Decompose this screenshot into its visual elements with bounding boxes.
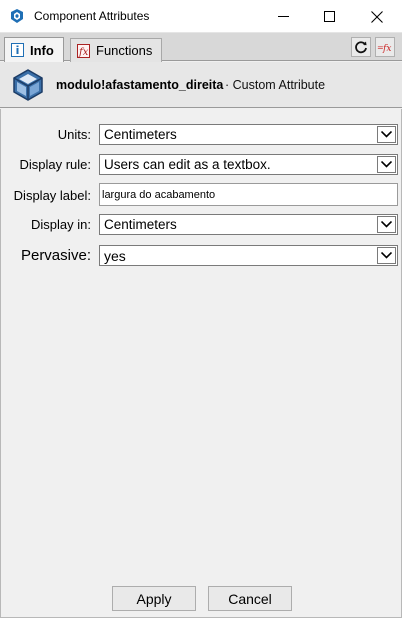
display-label-input[interactable] xyxy=(100,184,397,205)
maximize-icon xyxy=(323,11,335,22)
sketchup-icon xyxy=(9,8,25,24)
units-value: Centimeters xyxy=(104,127,177,142)
close-button[interactable] xyxy=(354,0,400,33)
display-in-select[interactable]: Centimeters xyxy=(99,214,398,235)
refresh-icon xyxy=(355,41,367,54)
tab-info-label: Info xyxy=(30,42,54,58)
tab-functions-label: Functions xyxy=(96,43,153,58)
close-icon xyxy=(371,10,383,23)
window-title: Component Attributes xyxy=(34,9,150,23)
tab-strip: Info fx Functions = fx xyxy=(0,33,402,62)
tab-functions[interactable]: fx Functions xyxy=(70,38,162,62)
maximize-button[interactable] xyxy=(306,0,352,33)
refresh-button[interactable] xyxy=(351,37,371,57)
chevron-down-icon xyxy=(377,156,396,173)
minimize-icon xyxy=(277,16,289,17)
display-label-label: Display label: xyxy=(13,188,91,203)
display-label-field[interactable] xyxy=(99,183,398,206)
component-cube-icon xyxy=(8,66,46,104)
pervasive-label: Pervasive: xyxy=(20,247,91,264)
minimize-button[interactable] xyxy=(260,0,306,33)
pervasive-select[interactable]: yes xyxy=(99,245,398,266)
cancel-button[interactable]: Cancel xyxy=(208,586,292,611)
chevron-down-icon xyxy=(377,216,396,233)
button-bar: Apply Cancel xyxy=(0,579,402,618)
units-label: Units: xyxy=(57,127,91,142)
display-rule-label: Display rule: xyxy=(19,157,91,172)
title-bar: Component Attributes xyxy=(0,0,402,33)
chevron-down-icon xyxy=(377,247,396,264)
formula-icon: = fx xyxy=(377,43,391,54)
function-icon: fx xyxy=(77,43,90,58)
separator: · xyxy=(225,78,230,92)
display-in-value: Centimeters xyxy=(104,217,177,232)
display-rule-select[interactable]: Users can edit as a textbox. xyxy=(99,154,398,175)
units-select[interactable]: Centimeters xyxy=(99,124,398,145)
info-icon xyxy=(11,43,24,57)
apply-button[interactable]: Apply xyxy=(112,586,196,611)
chevron-down-icon xyxy=(377,126,396,143)
display-in-label: Display in: xyxy=(31,217,91,232)
attribute-form: Units: Centimeters Display rule: Users c… xyxy=(0,109,402,579)
tab-info[interactable]: Info xyxy=(4,37,64,62)
attribute-type: · Custom Attribute xyxy=(225,78,325,92)
svg-text:fx: fx xyxy=(78,47,89,58)
attribute-type-label: Custom Attribute xyxy=(232,78,326,92)
svg-text:fx: fx xyxy=(382,44,391,54)
formula-button[interactable]: = fx xyxy=(375,37,395,57)
pervasive-value: yes xyxy=(104,248,126,264)
display-rule-value: Users can edit as a textbox. xyxy=(104,157,271,172)
component-name: modulo!afastamento_direita xyxy=(56,78,224,92)
component-header: modulo!afastamento_direita · Custom Attr… xyxy=(0,62,402,108)
